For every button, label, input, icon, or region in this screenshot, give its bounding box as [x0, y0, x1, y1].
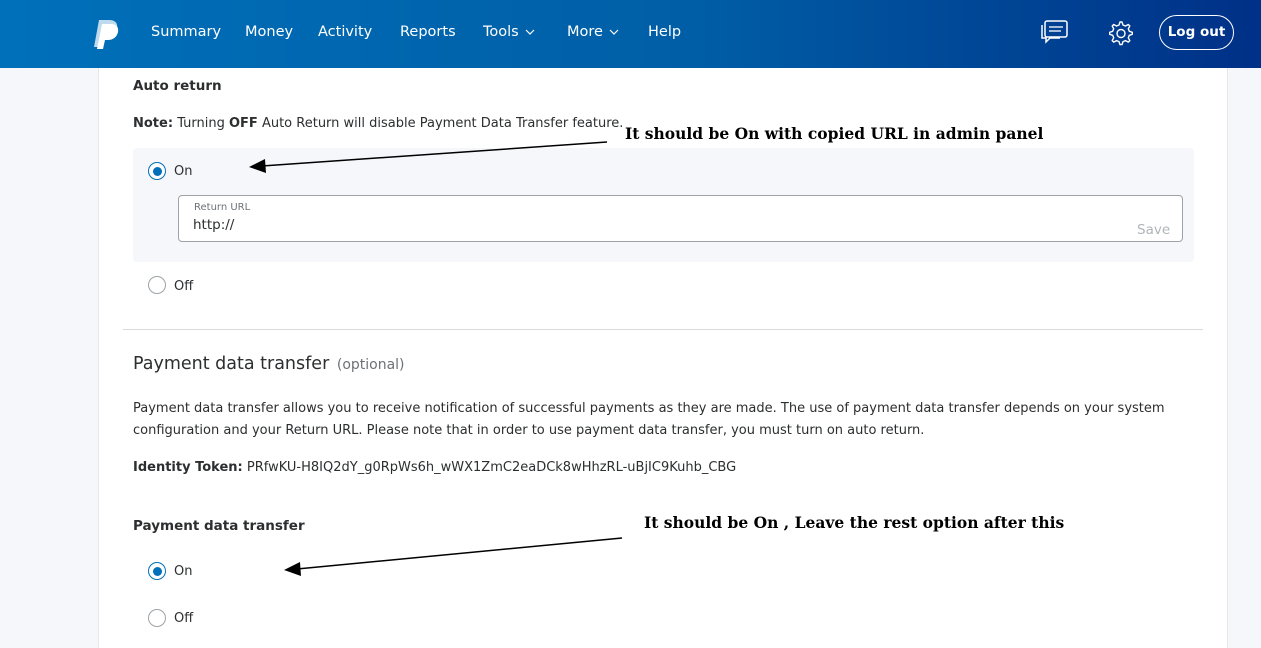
return-url-label: Return URL	[194, 202, 251, 213]
pdt-title-text: Payment data transfer	[133, 354, 330, 374]
pdt-off-label[interactable]: Off	[174, 611, 193, 626]
pdt-on-label[interactable]: On	[174, 564, 192, 579]
paypal-logo[interactable]	[93, 19, 121, 49]
return-url-input[interactable]: http://	[193, 217, 234, 233]
note-off: OFF	[229, 116, 258, 131]
nav-money[interactable]: Money	[245, 24, 293, 40]
section-divider	[123, 329, 1203, 330]
auto-return-off-radio[interactable]	[148, 276, 166, 294]
settings-gear-icon[interactable]	[1107, 20, 1133, 46]
annotation-auto-return: It should be On with copied URL in admin…	[625, 124, 1044, 143]
identity-token-value: PRfwKU-H8IQ2dY_g0RpWs6h_wWX1ZmC2eaDCk8wH…	[246, 460, 737, 475]
nav-tools-label: Tools	[483, 24, 519, 40]
logout-button[interactable]: Log out	[1159, 15, 1234, 50]
pdt-description-line2: configuration and your Return URL. Pleas…	[133, 423, 925, 438]
pdt-heading: Payment data transfer	[133, 518, 305, 534]
save-button[interactable]: Save	[1137, 222, 1170, 238]
nav-more-label: More	[567, 24, 603, 40]
nav-activity[interactable]: Activity	[318, 24, 372, 40]
nav-more[interactable]: More	[567, 24, 619, 40]
auto-return-note: Note: Turning OFF Auto Return will disab…	[133, 116, 623, 131]
pdt-off-radio[interactable]	[148, 609, 166, 627]
message-center-icon[interactable]	[1041, 20, 1068, 44]
auto-return-on-label[interactable]: On	[174, 164, 192, 179]
chevron-down-icon	[525, 29, 535, 35]
identity-token: Identity Token: PRfwKU-H8IQ2dY_g0RpWs6h_…	[133, 460, 736, 475]
top-navigation-bar: Summary Money Activity Reports Tools Mor…	[0, 0, 1261, 68]
annotation-pdt: It should be On , Leave the rest option …	[644, 513, 1065, 532]
nav-tools[interactable]: Tools	[483, 24, 535, 40]
identity-token-label: Identity Token:	[133, 460, 243, 475]
nav-help[interactable]: Help	[648, 24, 681, 40]
pdt-on-radio[interactable]	[148, 562, 166, 580]
auto-return-on-radio[interactable]	[148, 162, 166, 180]
pdt-optional-text: (optional)	[336, 357, 405, 373]
auto-return-heading: Auto return	[133, 78, 222, 94]
nav-summary[interactable]: Summary	[151, 24, 221, 40]
note-text-2: Auto Return will disable Payment Data Tr…	[261, 116, 624, 131]
pdt-description-line1: Payment data transfer allows you to rece…	[133, 401, 1165, 416]
return-url-field[interactable]: Return URL http:// Save	[178, 195, 1183, 242]
nav-reports[interactable]: Reports	[400, 24, 456, 40]
chevron-down-icon	[609, 29, 619, 35]
note-text-1: Turning	[177, 116, 225, 131]
pdt-section-title: Payment data transfer (optional)	[133, 354, 405, 374]
note-prefix: Note:	[133, 116, 174, 131]
auto-return-off-label[interactable]: Off	[174, 279, 193, 294]
